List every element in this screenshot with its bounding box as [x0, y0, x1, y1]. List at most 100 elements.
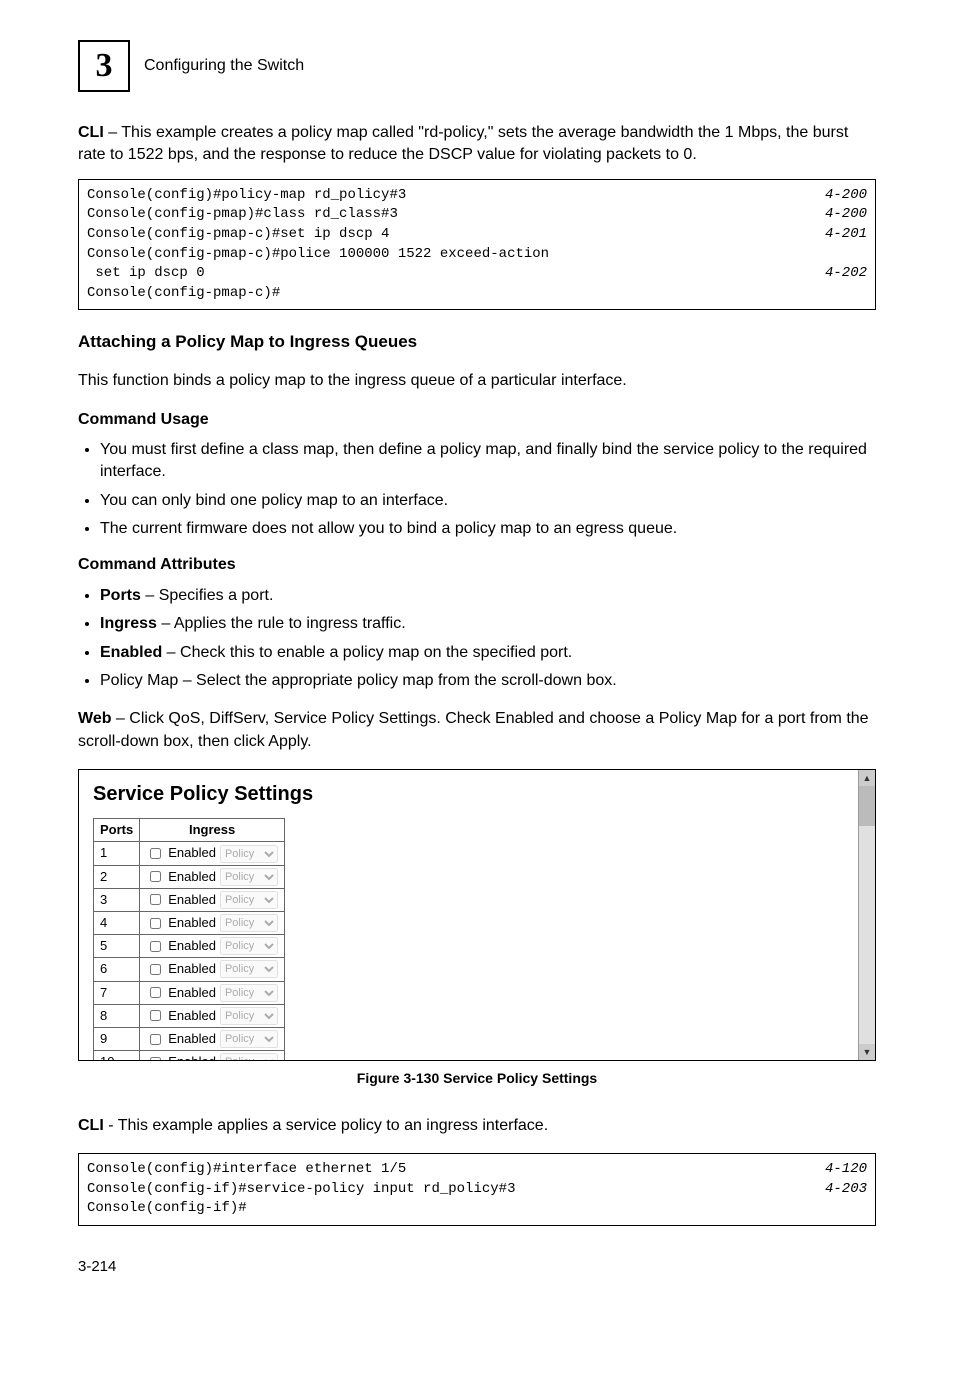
code-line: Console(config-pmap)#class rd_class#3 4-2… — [87, 205, 867, 225]
policy-select[interactable]: Policy — [220, 891, 278, 909]
enabled-label: Enabled — [168, 868, 216, 886]
scrollbar[interactable]: ▲ ▼ — [858, 770, 875, 1060]
table-row: 9EnabledPolicy — [94, 1027, 285, 1050]
code-cmd: Console(config)#interface ethernet 1/5 — [87, 1160, 406, 1180]
code-cmd: Console(config-pmap-c)# — [87, 284, 280, 304]
page-header: 3 Configuring the Switch — [78, 40, 876, 92]
ingress-cell: EnabledPolicy — [140, 981, 285, 1004]
list-item: Policy Map – Select the appropriate poli… — [100, 670, 876, 692]
ingress-cell: EnabledPolicy — [140, 865, 285, 888]
list-item: Ingress – Applies the rule to ingress tr… — [100, 613, 876, 635]
table-row: 1EnabledPolicy — [94, 842, 285, 865]
attrs-list: Ports – Specifies a port.Ingress – Appli… — [78, 585, 876, 693]
code-line: Console(config-pmap-c)#police 100000 152… — [87, 245, 867, 265]
port-cell: 9 — [94, 1027, 140, 1050]
code-cmd: set ip dscp 0 — [87, 264, 205, 284]
cli-label: CLI — [78, 124, 104, 141]
cli-intro-2-text: - This example applies a service policy … — [104, 1117, 548, 1134]
enabled-label: Enabled — [168, 914, 216, 932]
chapter-number-badge: 3 — [78, 40, 130, 92]
port-cell: 2 — [94, 865, 140, 888]
enabled-label: Enabled — [168, 1053, 216, 1061]
policy-select[interactable]: Policy — [220, 937, 278, 955]
enabled-checkbox[interactable] — [150, 848, 161, 859]
ingress-cell: EnabledPolicy — [140, 1027, 285, 1050]
code-line: Console(config-pmap-c)#set ip dscp 44-20… — [87, 225, 867, 245]
code-cmd: Console(config-pmap-c)#police 100000 152… — [87, 245, 549, 265]
table-row: 6EnabledPolicy — [94, 958, 285, 981]
enabled-label: Enabled — [168, 1030, 216, 1048]
scroll-down-icon[interactable]: ▼ — [859, 1044, 875, 1060]
port-cell: 10 — [94, 1051, 140, 1062]
code-ref: 4-200 — [825, 205, 867, 225]
enabled-checkbox[interactable] — [150, 941, 161, 952]
table-row: 5EnabledPolicy — [94, 935, 285, 958]
table-row: 8EnabledPolicy — [94, 1004, 285, 1027]
table-row: 7EnabledPolicy — [94, 981, 285, 1004]
policy-select[interactable]: Policy — [220, 845, 278, 863]
ingress-cell: EnabledPolicy — [140, 935, 285, 958]
table-row: 10 Enabled Policy — [94, 1051, 285, 1062]
web-text: – Click QoS, DiffServ, Service Policy Se… — [78, 710, 869, 749]
code-cmd: Console(config-if)#service-policy input … — [87, 1180, 515, 1200]
policy-select[interactable]: Policy — [220, 914, 278, 932]
enabled-checkbox[interactable] — [150, 987, 161, 998]
web-paragraph: Web – Click QoS, DiffServ, Service Polic… — [78, 708, 876, 753]
command-usage-heading: Command Usage — [78, 409, 876, 431]
cli-intro-2: CLI - This example applies a service pol… — [78, 1115, 876, 1137]
code-block-1: Console(config)#policy-map rd_policy#3 4-… — [78, 179, 876, 311]
code-cmd: Console(config-if)# — [87, 1199, 247, 1219]
port-cell: 3 — [94, 888, 140, 911]
attr-desc: – Specifies a port. — [141, 587, 274, 604]
service-policy-settings-window: Service Policy Settings Ports Ingress 1E… — [78, 769, 876, 1061]
code-line: Console(config-pmap-c)# — [87, 284, 867, 304]
enabled-checkbox[interactable] — [150, 1034, 161, 1045]
scroll-up-icon[interactable]: ▲ — [859, 770, 875, 786]
policy-select[interactable]: Policy — [220, 960, 278, 978]
port-cell: 6 — [94, 958, 140, 981]
list-item: Enabled – Check this to enable a policy … — [100, 642, 876, 664]
ingress-cell: EnabledPolicy — [140, 1004, 285, 1027]
port-cell: 5 — [94, 935, 140, 958]
policy-select[interactable]: Policy — [220, 868, 278, 886]
policy-select[interactable]: Policy — [220, 1053, 278, 1061]
web-label: Web — [78, 710, 111, 727]
code-line: Console(config-if)#service-policy input … — [87, 1180, 867, 1200]
code-line: set ip dscp 04-202 — [87, 264, 867, 284]
enabled-checkbox[interactable] — [150, 894, 161, 905]
policy-select[interactable]: Policy — [220, 984, 278, 1002]
scroll-thumb[interactable] — [859, 786, 875, 826]
code-ref: 4-201 — [825, 225, 867, 245]
section-desc: This function binds a policy map to the … — [78, 370, 876, 392]
enabled-label: Enabled — [168, 1007, 216, 1025]
enabled-label: Enabled — [168, 960, 216, 978]
ingress-cell: EnabledPolicy — [140, 958, 285, 981]
attr-name: Ingress — [100, 615, 157, 632]
port-cell: 4 — [94, 911, 140, 934]
enabled-checkbox[interactable] — [150, 871, 161, 882]
policy-select[interactable]: Policy — [220, 1007, 278, 1025]
enabled-checkbox[interactable] — [150, 918, 161, 929]
col-ports: Ports — [94, 819, 140, 842]
table-row: 3EnabledPolicy — [94, 888, 285, 911]
usage-list: You must first define a class map, then … — [78, 439, 876, 541]
attr-desc: Policy Map – Select the appropriate poli… — [100, 672, 617, 689]
enabled-checkbox[interactable] — [150, 1010, 161, 1021]
attr-name: Enabled — [100, 644, 162, 661]
enabled-label: Enabled — [168, 984, 216, 1002]
list-item: The current firmware does not allow you … — [100, 518, 876, 540]
code-line: Console(config)#interface ethernet 1/54-… — [87, 1160, 867, 1180]
policy-select[interactable]: Policy — [220, 1030, 278, 1048]
code-cmd: Console(config)#policy-map rd_policy#3 — [87, 186, 406, 206]
col-ingress: Ingress — [140, 819, 285, 842]
figure-caption: Figure 3-130 Service Policy Settings — [78, 1069, 876, 1089]
cli-label-2: CLI — [78, 1117, 104, 1134]
enabled-checkbox[interactable] — [150, 964, 161, 975]
attr-desc: – Applies the rule to ingress traffic. — [157, 615, 406, 632]
code-line: Console(config)#policy-map rd_policy#34-… — [87, 186, 867, 206]
table-row: 4 EnabledPolicy — [94, 911, 285, 934]
command-attributes-heading: Command Attributes — [78, 554, 876, 576]
code-cmd: Console(config-pmap)#class rd_class#3 — [87, 205, 398, 225]
attr-desc: – Check this to enable a policy map on t… — [162, 644, 572, 661]
enabled-checkbox[interactable] — [150, 1057, 161, 1062]
